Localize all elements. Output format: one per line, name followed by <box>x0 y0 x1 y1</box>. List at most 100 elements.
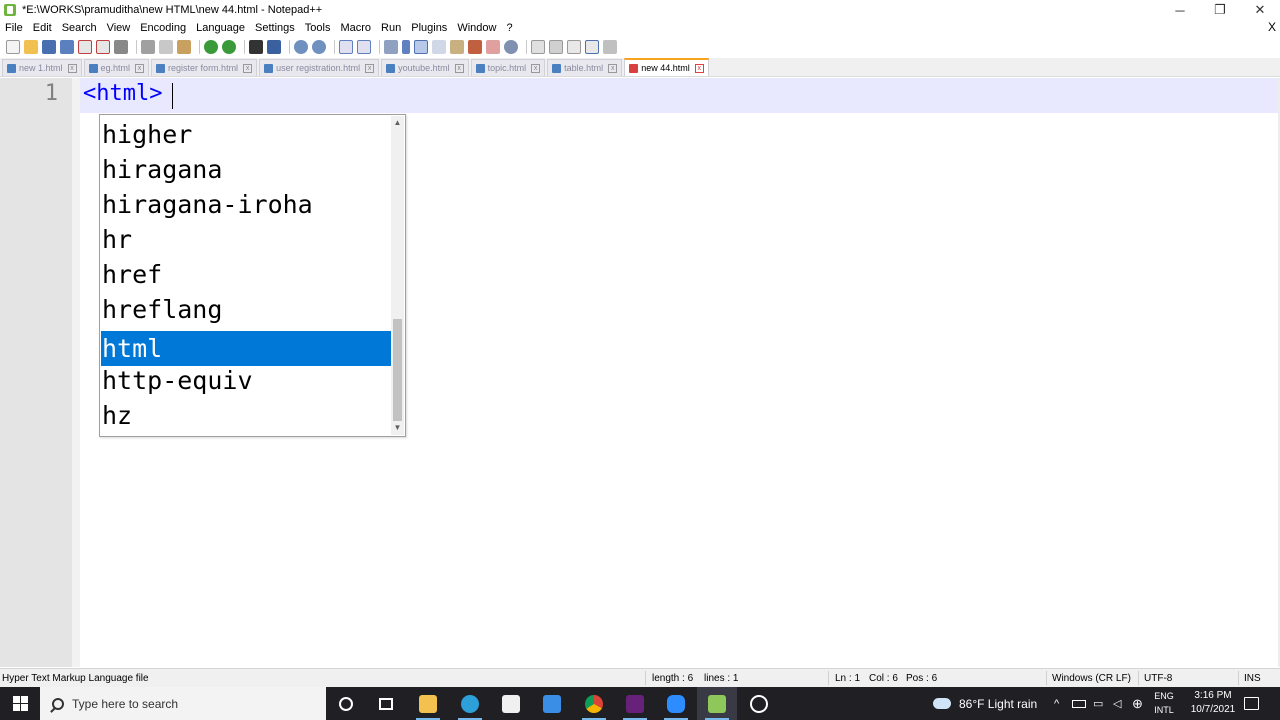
tab-register-form[interactable]: register form.html x <box>151 59 258 76</box>
autocomplete-item[interactable]: hiragana-iroha <box>101 187 391 222</box>
autocomplete-item[interactable]: http-equiv <box>101 363 391 398</box>
stop-record-icon[interactable] <box>549 40 563 54</box>
taskbar-app-edge[interactable] <box>450 687 490 720</box>
menu-tools[interactable]: Tools <box>300 22 336 34</box>
sync-vertical-icon[interactable] <box>339 40 353 54</box>
autocomplete-item[interactable]: hiragana <box>101 152 391 187</box>
autocomplete-item[interactable]: href <box>101 257 391 292</box>
task-view-button[interactable] <box>366 687 406 720</box>
tab-close-icon[interactable]: x <box>694 63 704 73</box>
save-macro-icon[interactable] <box>603 40 617 54</box>
network-icon[interactable]: ▭ <box>1093 687 1103 720</box>
menu-settings[interactable]: Settings <box>250 22 300 34</box>
taskbar-search-box[interactable]: Type here to search <box>40 687 326 720</box>
close-all-icon[interactable] <box>96 40 110 54</box>
restore-button[interactable]: ❐ <box>1200 0 1240 20</box>
system-clock[interactable]: 3:16 PM 10/7/2021 <box>1186 689 1240 717</box>
cortana-button[interactable] <box>326 687 366 720</box>
close-document-button[interactable]: X <box>1268 20 1276 34</box>
tab-youtube[interactable]: youtube.html x <box>381 59 469 76</box>
menu-encoding[interactable]: Encoding <box>135 22 191 34</box>
taskbar-app-zoom[interactable] <box>656 687 696 720</box>
record-macro-icon[interactable] <box>531 40 545 54</box>
print-icon[interactable] <box>114 40 128 54</box>
tab-user-registration[interactable]: user registration.html x <box>259 59 380 76</box>
menu-window[interactable]: Window <box>452 22 501 34</box>
doc-map-icon[interactable] <box>450 40 464 54</box>
menu-file[interactable]: File <box>0 22 28 34</box>
replace-icon[interactable] <box>267 40 281 54</box>
tab-close-icon[interactable]: x <box>135 63 145 73</box>
cut-icon[interactable] <box>141 40 155 54</box>
new-file-icon[interactable] <box>6 40 20 54</box>
globe-icon[interactable]: ⊕ <box>1132 687 1143 720</box>
folder-as-workspace-icon[interactable] <box>486 40 500 54</box>
autocomplete-list[interactable]: higher hiragana hiragana-iroha hr href h… <box>99 114 406 437</box>
notifications-button[interactable] <box>1244 687 1259 720</box>
undo-icon[interactable] <box>204 40 218 54</box>
sync-horizontal-icon[interactable] <box>357 40 371 54</box>
autocomplete-item[interactable]: hz <box>101 398 391 433</box>
tab-new-44[interactable]: new 44.html x <box>624 58 709 76</box>
menu-edit[interactable]: Edit <box>28 22 57 34</box>
tab-close-icon[interactable]: x <box>531 63 541 73</box>
play-macro-icon[interactable] <box>567 40 581 54</box>
taskbar-app-chrome[interactable] <box>574 687 614 720</box>
copy-icon[interactable] <box>159 40 173 54</box>
tab-close-icon[interactable]: x <box>454 63 464 73</box>
tab-topic[interactable]: topic.html x <box>470 59 546 76</box>
input-language[interactable]: ENG INTL <box>1150 689 1178 717</box>
tab-new-1[interactable]: new 1.html x <box>2 59 82 76</box>
redo-icon[interactable] <box>222 40 236 54</box>
paste-icon[interactable] <box>177 40 191 54</box>
find-icon[interactable] <box>249 40 263 54</box>
menu-plugins[interactable]: Plugins <box>406 22 452 34</box>
menu-search[interactable]: Search <box>57 22 102 34</box>
autocomplete-item[interactable]: hr <box>101 222 391 257</box>
code-line[interactable]: <html> <box>83 81 162 106</box>
show-all-chars-icon[interactable] <box>402 40 410 54</box>
battery-icon[interactable] <box>1072 687 1086 720</box>
menu-language[interactable]: Language <box>191 22 250 34</box>
menu-run[interactable]: Run <box>376 22 406 34</box>
word-wrap-icon[interactable] <box>384 40 398 54</box>
autocomplete-item[interactable]: hreflang <box>101 292 391 327</box>
zoom-in-icon[interactable] <box>294 40 308 54</box>
tab-close-icon[interactable]: x <box>608 63 618 73</box>
tab-close-icon[interactable]: x <box>365 63 375 73</box>
close-button[interactable]: ✕ <box>1240 0 1280 20</box>
tab-close-icon[interactable]: x <box>243 63 253 73</box>
taskbar-app-notepad-plus-plus[interactable] <box>697 687 737 720</box>
user-defined-lang-icon[interactable] <box>432 40 446 54</box>
status-eol[interactable]: Windows (CR LF) <box>1052 673 1131 684</box>
menu-macro[interactable]: Macro <box>335 22 376 34</box>
monitoring-icon[interactable] <box>504 40 518 54</box>
tab-eg[interactable]: eg.html x <box>83 59 150 76</box>
save-all-icon[interactable] <box>60 40 74 54</box>
tab-close-icon[interactable]: x <box>67 63 77 73</box>
weather-widget[interactable]: 86°F Light rain <box>933 687 1037 720</box>
taskbar-app-file-explorer[interactable] <box>408 687 448 720</box>
minimize-button[interactable]: ─ <box>1160 0 1200 20</box>
close-icon[interactable] <box>78 40 92 54</box>
autocomplete-item-selected[interactable]: html <box>101 331 391 366</box>
taskbar-app-store[interactable] <box>491 687 531 720</box>
volume-icon[interactable]: ◁ <box>1113 687 1121 720</box>
open-file-icon[interactable] <box>24 40 38 54</box>
fold-margin[interactable] <box>72 78 80 667</box>
scroll-up-arrow-icon[interactable]: ▲ <box>391 116 404 130</box>
scrollbar-thumb[interactable] <box>393 319 402 421</box>
autocomplete-item[interactable]: higher <box>101 117 391 152</box>
zoom-out-icon[interactable] <box>312 40 326 54</box>
show-hidden-icons-button[interactable]: ^ <box>1054 687 1059 720</box>
menu-help[interactable]: ? <box>501 22 517 34</box>
autocomplete-scrollbar[interactable]: ▲ ▼ <box>391 116 404 435</box>
taskbar-app-visual-studio[interactable] <box>615 687 655 720</box>
function-list-icon[interactable] <box>468 40 482 54</box>
save-icon[interactable] <box>42 40 56 54</box>
start-button[interactable] <box>0 687 40 720</box>
menu-view[interactable]: View <box>102 22 136 34</box>
status-insert-mode[interactable]: INS <box>1244 673 1261 684</box>
tab-table[interactable]: table.html x <box>547 59 623 76</box>
taskbar-app-obs[interactable] <box>739 687 779 720</box>
